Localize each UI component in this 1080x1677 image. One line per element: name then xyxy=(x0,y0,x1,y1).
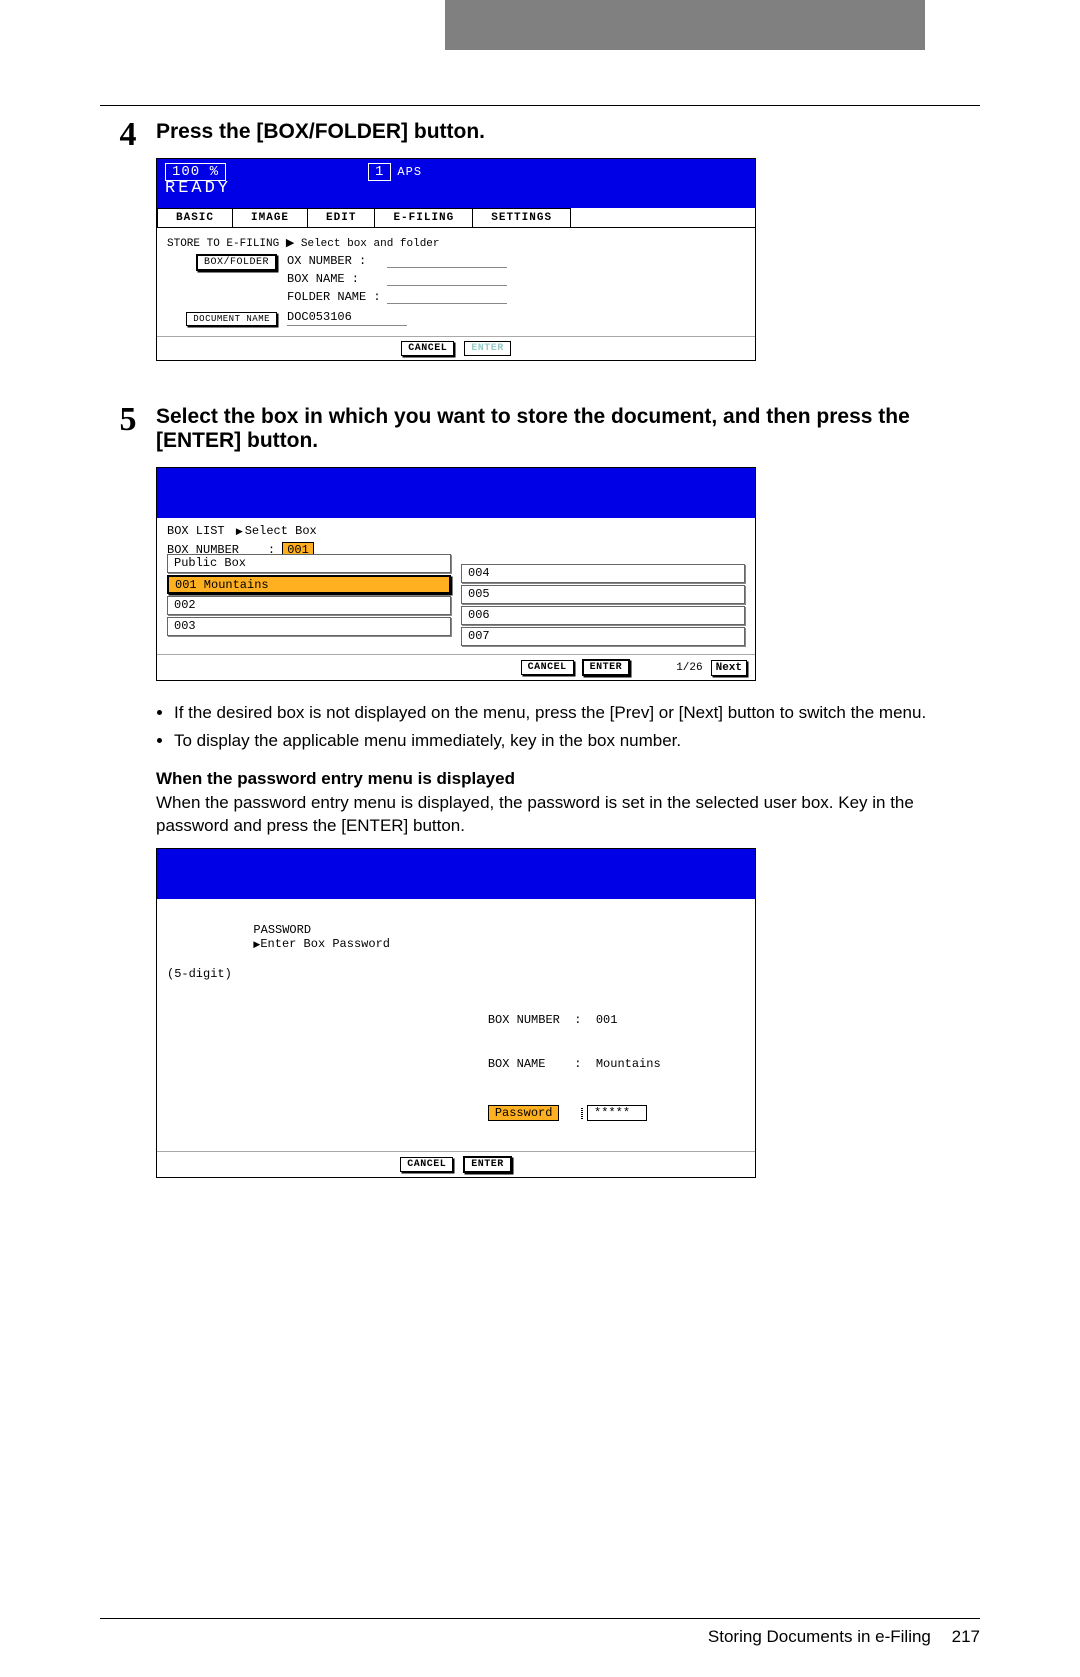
cancel-button[interactable]: CANCEL xyxy=(400,1157,453,1172)
breadcrumb-store: STORE TO E-FILING ▶ Select box and folde… xyxy=(167,236,745,250)
password-buttons: CANCEL ENTER xyxy=(157,1151,755,1177)
folder-name-label: FOLDER NAME : xyxy=(287,290,381,304)
box-list-label: BOX LIST xyxy=(167,524,225,538)
cancel-button[interactable]: CANCEL xyxy=(521,660,574,675)
note-key-in: To display the applicable menu immediate… xyxy=(174,729,980,753)
pw-field-label: Password xyxy=(488,1105,560,1121)
box-item-004[interactable]: 004 xyxy=(461,564,745,583)
dialog-buttons: CANCEL ENTER xyxy=(157,336,755,360)
box-item-001[interactable]: 001 Mountains xyxy=(167,575,451,594)
screen-box-list: BOX LIST Select Box BOX NUMBER : 001 Pub… xyxy=(156,467,756,681)
tab-basic[interactable]: BASIC xyxy=(157,208,233,227)
box-list-crumb: Select Box xyxy=(232,524,317,538)
step-5-notes: If the desired box is not displayed on t… xyxy=(156,701,980,753)
folder-name-value xyxy=(387,290,507,304)
screen-password: PASSWORD ▶Enter Box Password (5-digit) B… xyxy=(156,848,756,1178)
note-prev-next: If the desired box is not displayed on t… xyxy=(174,701,980,725)
box-number-label: OX NUMBER : xyxy=(287,254,381,268)
box-item-public[interactable]: Public Box xyxy=(167,554,451,573)
field-labels: OX NUMBER : BOX NAME : FOLDER NAME : xyxy=(287,254,507,304)
box-column-left: Public Box 001 Mountains 002 003 xyxy=(167,562,451,648)
box-list-nav: CANCEL ENTER 1/26 Next xyxy=(157,654,755,680)
password-paragraph: When the password entry menu is displaye… xyxy=(156,791,980,839)
footer-section: Storing Documents in e-Filing xyxy=(708,1627,931,1646)
enter-button[interactable]: ENTER xyxy=(582,659,631,676)
document-name-button[interactable]: DOCUMENT NAME xyxy=(186,312,277,326)
box-column-right: 004 005 006 007 xyxy=(461,562,745,648)
password-body: PASSWORD ▶Enter Box Password (5-digit) B… xyxy=(157,899,755,1151)
document-name-value: DOC053106 xyxy=(287,310,407,326)
password-hint: (5-digit) xyxy=(167,967,745,981)
box-folder-button[interactable]: BOX/FOLDER xyxy=(196,254,277,271)
password-crumb: Enter Box Password xyxy=(260,937,390,951)
page-footer: Storing Documents in e-Filing 217 xyxy=(100,1618,980,1677)
pw-box-number-label: BOX NUMBER xyxy=(488,1013,560,1027)
password-bluebar xyxy=(157,849,755,899)
enter-button-disabled: ENTER xyxy=(464,341,511,356)
pw-box-name-label: BOX NAME xyxy=(488,1057,546,1071)
pw-box-number-value: 001 xyxy=(596,1013,618,1027)
box-item-005[interactable]: 005 xyxy=(461,585,745,604)
box-grid: Public Box 001 Mountains 002 003 004 005… xyxy=(157,562,755,654)
efiling-panel: STORE TO E-FILING ▶ Select box and folde… xyxy=(157,228,755,336)
box-list-bluebar xyxy=(157,468,755,518)
page-indicator: 1/26 xyxy=(676,662,702,674)
status-bar: 100 % 1 APS READY xyxy=(157,159,755,208)
step-4: 4 Press the [BOX/FOLDER] button. 100 % 1… xyxy=(100,116,980,381)
box-number-value xyxy=(387,254,507,268)
pw-box-name-value: Mountains xyxy=(596,1057,661,1071)
box-name-value xyxy=(387,272,507,286)
step-5: 5 Select the box in which you want to st… xyxy=(100,401,980,1198)
step-4-number: 4 xyxy=(100,116,156,381)
header-gray-block xyxy=(445,0,925,50)
page-content: 4 Press the [BOX/FOLDER] button. 100 % 1… xyxy=(100,105,980,1258)
box-item-002[interactable]: 002 xyxy=(167,596,451,615)
tab-settings[interactable]: SETTINGS xyxy=(472,208,571,227)
password-heading: When the password entry menu is displaye… xyxy=(156,769,980,789)
caret-icon xyxy=(581,1108,583,1119)
ready-label: READY xyxy=(165,179,747,198)
next-button[interactable]: Next xyxy=(711,660,747,676)
paper-mode: APS xyxy=(397,165,422,179)
box-item-003[interactable]: 003 xyxy=(167,617,451,636)
tab-edit[interactable]: EDIT xyxy=(307,208,375,227)
screen-efiling-store: 100 % 1 APS READY BASIC IMAGE EDIT E-FIL… xyxy=(156,158,756,361)
pw-field-value[interactable]: ***** xyxy=(587,1105,647,1121)
box-name-label: BOX NAME : xyxy=(287,272,381,286)
step-5-number: 5 xyxy=(100,401,156,1198)
tab-image[interactable]: IMAGE xyxy=(232,208,308,227)
password-title: PASSWORD xyxy=(253,923,311,937)
tab-strip: BASIC IMAGE EDIT E-FILING SETTINGS xyxy=(157,208,755,228)
enter-button[interactable]: ENTER xyxy=(463,1156,512,1173)
box-item-006[interactable]: 006 xyxy=(461,606,745,625)
cancel-button[interactable]: CANCEL xyxy=(401,341,454,356)
box-item-007[interactable]: 007 xyxy=(461,627,745,646)
step-4-title: Press the [BOX/FOLDER] button. xyxy=(156,120,980,144)
footer-page-number: 217 xyxy=(952,1627,980,1646)
step-5-title: Select the box in which you want to stor… xyxy=(156,405,980,453)
tab-e-filing[interactable]: E-FILING xyxy=(374,208,473,227)
copy-count: 1 xyxy=(368,163,391,181)
